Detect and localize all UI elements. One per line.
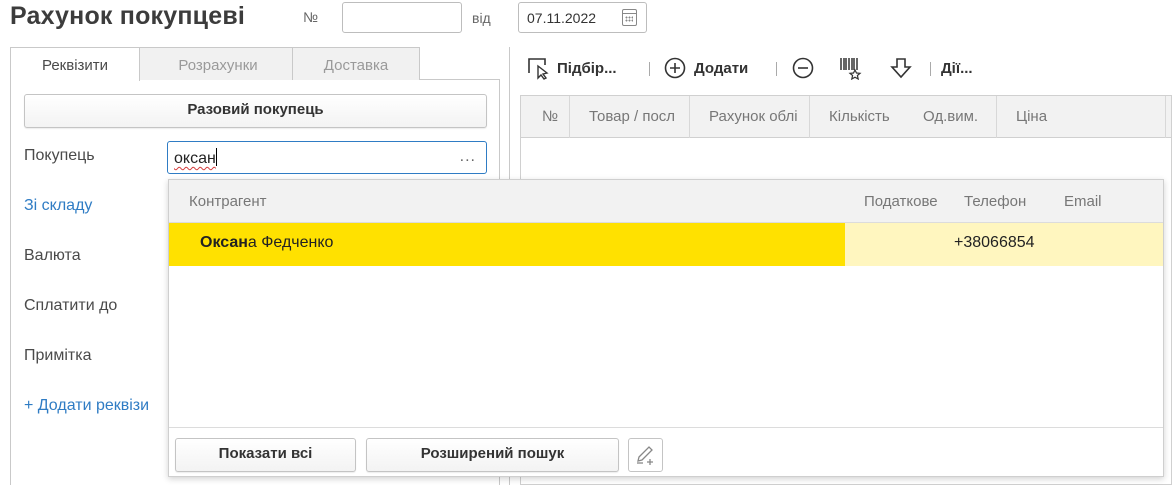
name-rest: а Федченко (247, 234, 334, 251)
page-title: Рахунок покупцеві (10, 2, 246, 30)
toolbar-separator (649, 62, 650, 76)
column-header[interactable]: Кількість (829, 96, 901, 138)
suggestion-name: Оксана Федченко (169, 223, 845, 266)
show-all-button[interactable]: Показати всі (175, 438, 356, 472)
select-button-label: Підбір... (557, 59, 617, 77)
column-header-tax[interactable]: Податкове (864, 193, 944, 210)
pencil-plus-icon (637, 446, 653, 465)
suggestions-header: Контрагент Податкове Телефон Email (169, 180, 1163, 223)
remove-button[interactable] (792, 54, 814, 82)
toolbar-separator (930, 62, 931, 76)
buyer-input-text: оксан (174, 150, 216, 167)
note-label: Примітка (24, 347, 92, 364)
invoice-date-input[interactable]: 07.11.2022 (518, 2, 647, 33)
date-label: від (472, 10, 491, 26)
suggestion-phone: +38066854 (954, 234, 1035, 251)
column-separator (809, 96, 810, 138)
buyer-select-more-button[interactable]: ... (460, 148, 476, 166)
minus-circle-icon (792, 57, 814, 79)
text-caret (215, 148, 217, 166)
add-button-label: Додати (694, 59, 749, 77)
column-header-phone[interactable]: Телефон (964, 193, 1026, 210)
column-header-email[interactable]: Email (1064, 193, 1102, 210)
advanced-search-button[interactable]: Розширений пошук (366, 438, 619, 472)
invoice-number-input[interactable] (342, 2, 462, 33)
calendar-icon[interactable] (622, 9, 637, 26)
barcode-button[interactable] (839, 54, 863, 82)
column-separator (569, 96, 570, 138)
currency-label: Валюта (24, 247, 81, 264)
column-header-counterparty[interactable]: Контрагент (189, 193, 267, 210)
name-match-highlight: Оксан (200, 234, 248, 251)
column-header[interactable]: Товар / посл (589, 96, 687, 138)
date-value: 07.11.2022 (527, 10, 597, 26)
buyer-label: Покупець (24, 147, 95, 164)
suggestion-row[interactable]: Оксана Федченко +38066854 (169, 223, 1163, 266)
column-separator (996, 96, 997, 138)
warehouse-link[interactable]: Зі складу (24, 197, 92, 215)
column-header[interactable]: Од.вим. (923, 96, 993, 138)
select-cursor-icon (528, 58, 549, 80)
move-down-button[interactable] (889, 54, 913, 82)
tab-delivery[interactable]: Доставка (292, 47, 420, 80)
select-button[interactable]: Підбір... (526, 54, 617, 82)
arrow-down-icon (890, 58, 912, 79)
buyer-suggestions-dropdown: Контрагент Податкове Телефон Email Оксан… (168, 179, 1164, 477)
plus-circle-icon (664, 57, 686, 79)
buyer-input[interactable]: оксан ... (167, 141, 487, 174)
pay-until-label: Сплатити до (24, 297, 118, 314)
tab-details[interactable]: Реквізити (10, 47, 140, 81)
column-separator (1165, 96, 1166, 138)
create-counterparty-button[interactable] (628, 438, 663, 472)
dropdown-footer-divider (169, 427, 1163, 428)
tab-payments[interactable]: Розрахунки (138, 47, 298, 80)
number-label: № (303, 9, 319, 25)
column-header[interactable]: № (542, 96, 570, 138)
barcode-star-icon (840, 58, 862, 80)
column-header[interactable]: Рахунок облі (709, 96, 807, 138)
add-button[interactable]: Додати (664, 54, 748, 82)
actions-button[interactable]: Дії... (941, 54, 973, 82)
column-header[interactable]: Ціна (1016, 96, 1076, 138)
column-separator (689, 96, 690, 138)
single-buyer-button[interactable]: Разовий покупець (24, 94, 487, 128)
toolbar-separator (776, 62, 777, 76)
add-details-link[interactable]: + Додати реквізи (24, 397, 149, 415)
items-table-header: № Товар / посл Рахунок облі Кількість Од… (521, 96, 1171, 138)
